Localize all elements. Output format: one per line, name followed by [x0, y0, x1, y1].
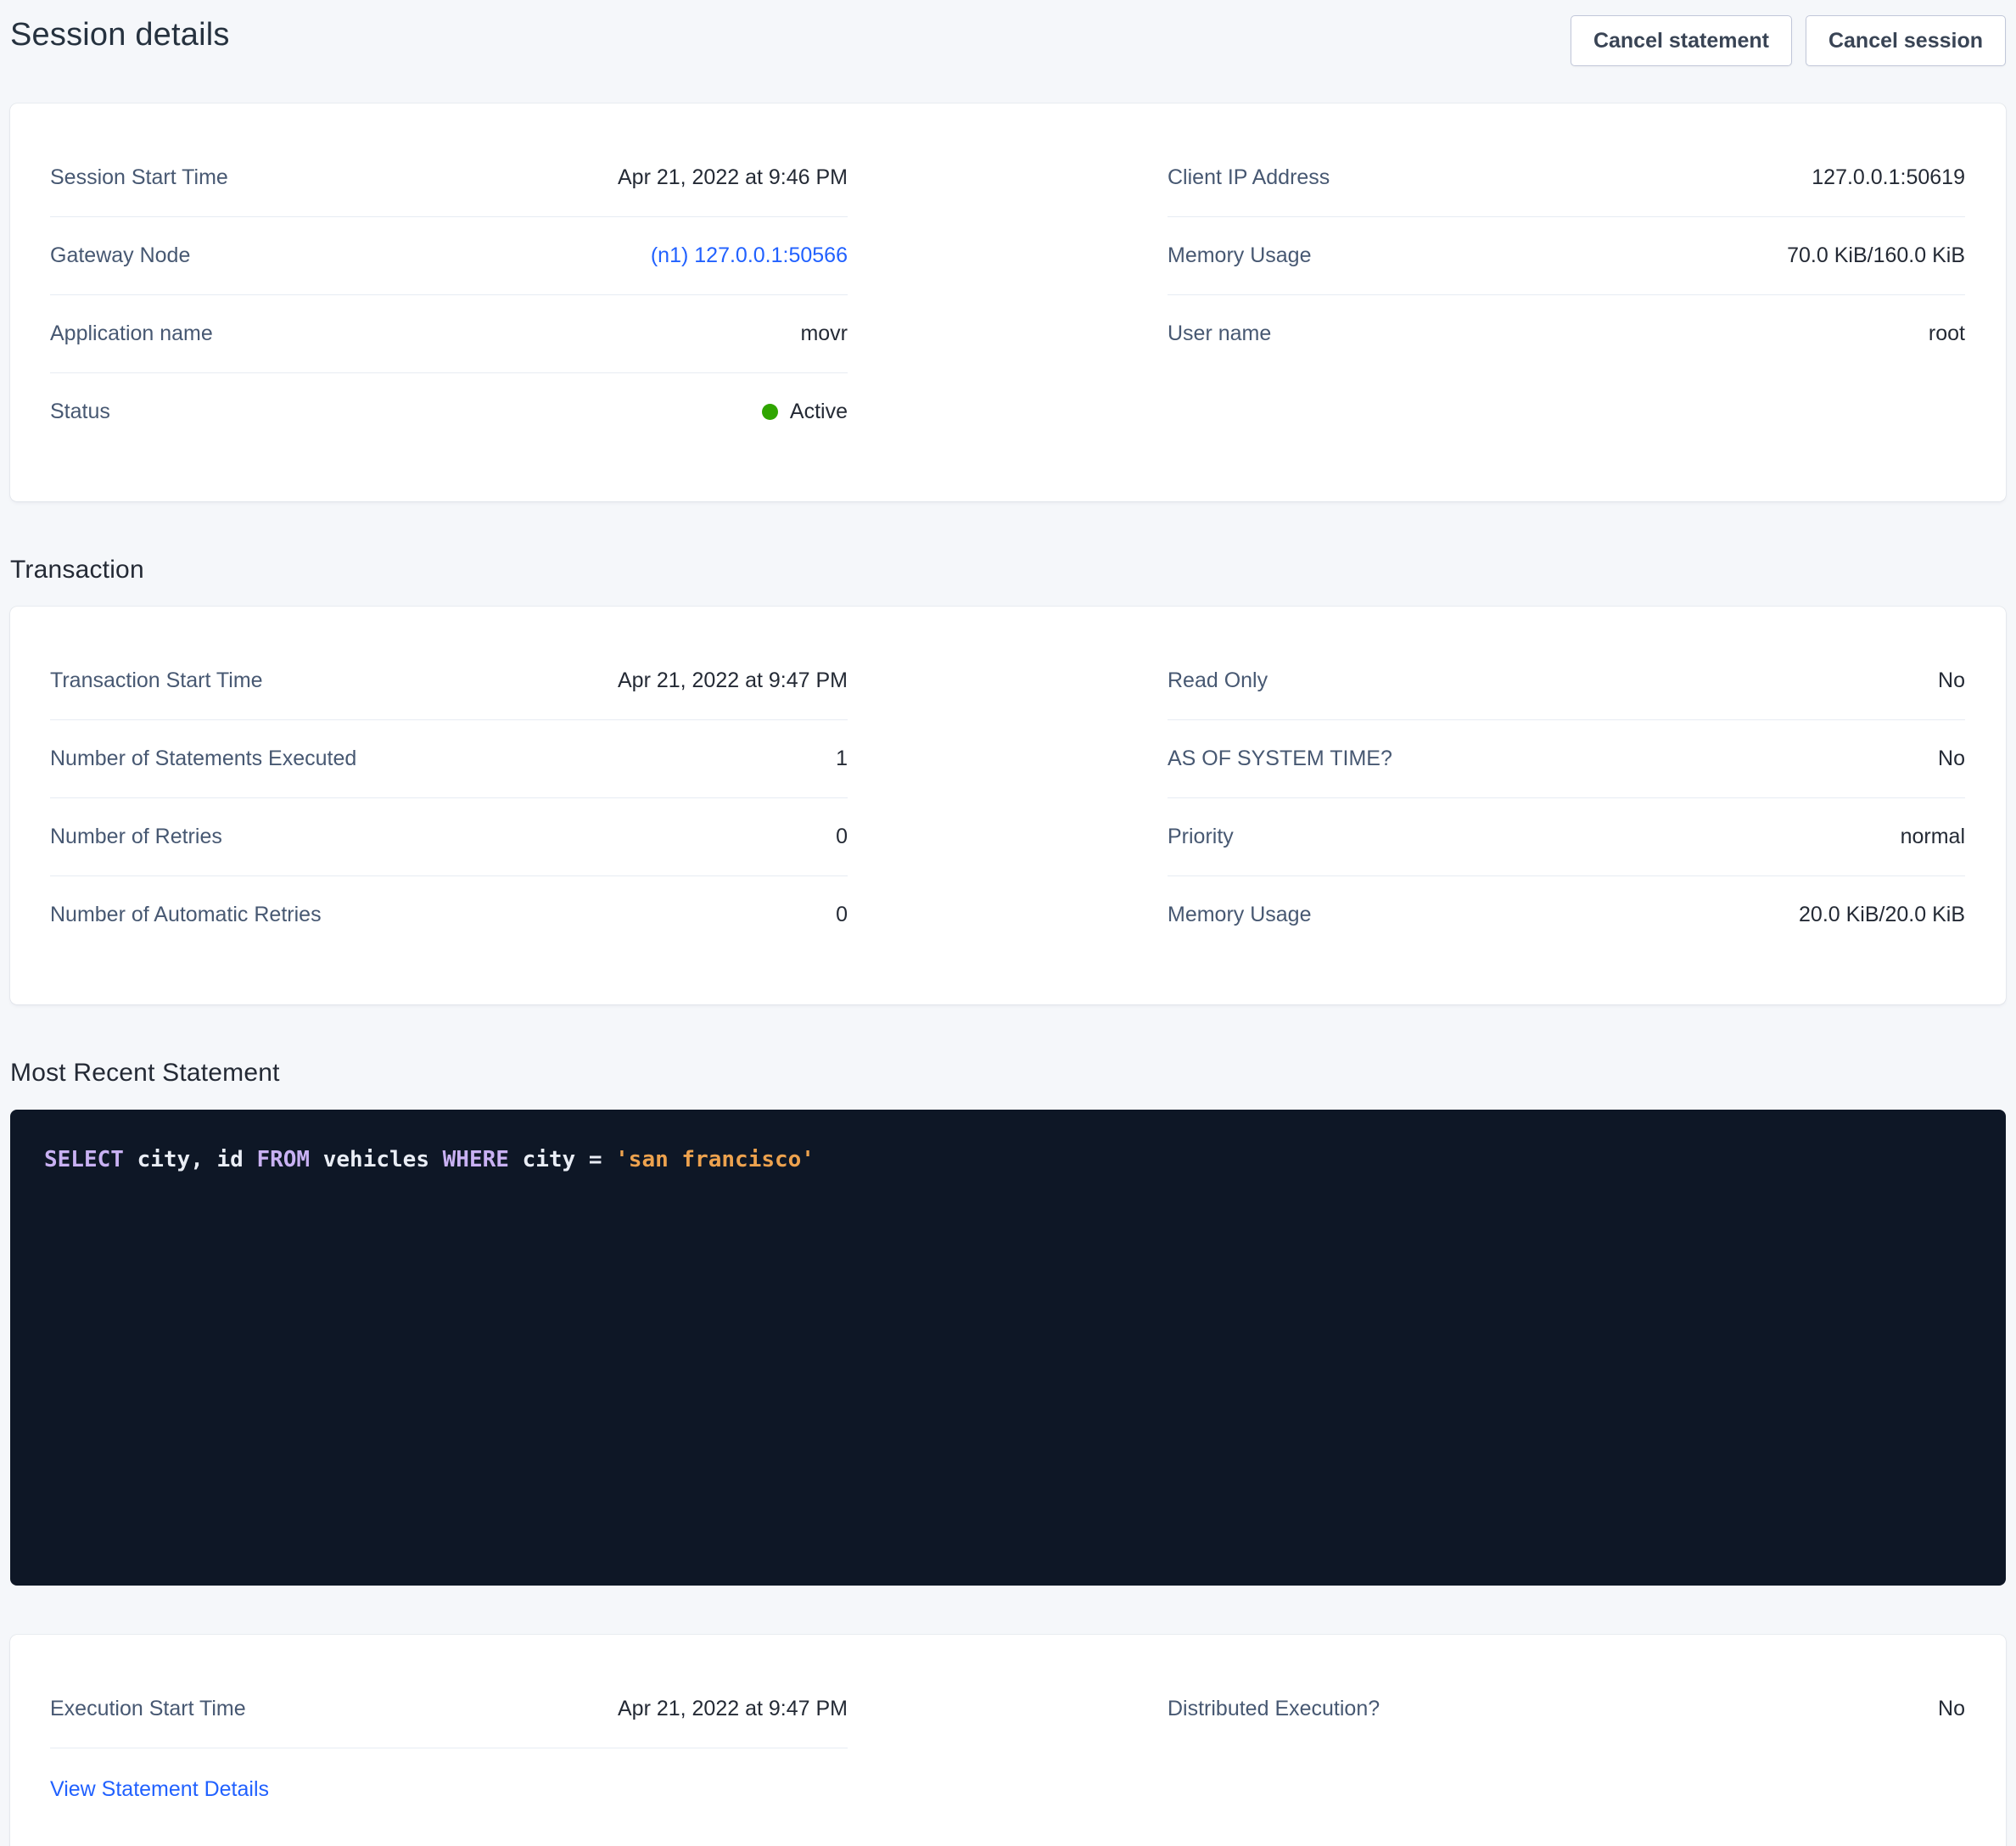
- client-ip-value: 127.0.0.1:50619: [1812, 165, 1965, 190]
- status-row: Status Active: [50, 373, 848, 450]
- retries-label: Number of Retries: [50, 825, 222, 849]
- session-details-page: Session details Cancel statement Cancel …: [0, 0, 2016, 1846]
- execution-start-time-value: Apr 21, 2022 at 9:47 PM: [618, 1697, 848, 1721]
- page-header: Session details Cancel statement Cancel …: [10, 15, 2006, 66]
- session-left-column: Session Start Time Apr 21, 2022 at 9:46 …: [50, 139, 848, 450]
- statements-executed-label: Number of Statements Executed: [50, 747, 356, 771]
- client-ip-label: Client IP Address: [1168, 165, 1330, 190]
- user-name-label: User name: [1168, 322, 1271, 346]
- status-label: Status: [50, 400, 110, 424]
- gateway-node-label: Gateway Node: [50, 243, 190, 268]
- session-memory-usage-value: 70.0 KiB/160.0 KiB: [1787, 243, 1965, 268]
- sql-token: SELECT: [44, 1147, 124, 1172]
- distributed-execution-value: No: [1938, 1697, 1965, 1721]
- sql-statement-text: SELECT city, id FROM vehicles WHERE city…: [44, 1144, 1972, 1177]
- execution-start-time-label: Execution Start Time: [50, 1697, 246, 1721]
- gateway-node-row: Gateway Node (n1) 127.0.0.1:50566: [50, 217, 848, 295]
- sql-token: 'san francisco': [615, 1147, 815, 1172]
- priority-value: normal: [1901, 825, 1965, 849]
- execution-card: Execution Start Time Apr 21, 2022 at 9:4…: [10, 1635, 2006, 1846]
- execution-start-time-row: Execution Start Time Apr 21, 2022 at 9:4…: [50, 1670, 848, 1748]
- sql-token: city =: [509, 1147, 615, 1172]
- automatic-retries-label: Number of Automatic Retries: [50, 903, 322, 927]
- statements-executed-value: 1: [836, 747, 848, 771]
- sql-token: vehicles: [310, 1147, 443, 1172]
- cancel-session-button[interactable]: Cancel session: [1806, 15, 2006, 66]
- header-actions: Cancel statement Cancel session: [1571, 15, 2006, 66]
- sql-statement-box: SELECT city, id FROM vehicles WHERE city…: [10, 1110, 2006, 1586]
- read-only-row: Read Only No: [1168, 642, 1965, 720]
- automatic-retries-row: Number of Automatic Retries 0: [50, 876, 848, 954]
- application-name-label: Application name: [50, 322, 213, 346]
- session-start-time-label: Session Start Time: [50, 165, 228, 190]
- session-start-time-row: Session Start Time Apr 21, 2022 at 9:46 …: [50, 139, 848, 217]
- sql-token: WHERE: [443, 1147, 509, 1172]
- status-active-dot-icon: [762, 404, 778, 420]
- priority-row: Priority normal: [1168, 798, 1965, 876]
- session-memory-usage-label: Memory Usage: [1168, 243, 1312, 268]
- transaction-start-time-value: Apr 21, 2022 at 9:47 PM: [618, 668, 848, 693]
- session-memory-usage-row: Memory Usage 70.0 KiB/160.0 KiB: [1168, 217, 1965, 295]
- most-recent-statement-heading: Most Recent Statement: [10, 1059, 2006, 1088]
- transaction-start-time-row: Transaction Start Time Apr 21, 2022 at 9…: [50, 642, 848, 720]
- view-statement-details-link[interactable]: View Statement Details: [50, 1777, 269, 1801]
- retries-row: Number of Retries 0: [50, 798, 848, 876]
- transaction-section-heading: Transaction: [10, 556, 2006, 585]
- automatic-retries-value: 0: [836, 903, 848, 927]
- transaction-memory-usage-row: Memory Usage 20.0 KiB/20.0 KiB: [1168, 876, 1965, 954]
- transaction-memory-usage-label: Memory Usage: [1168, 903, 1312, 927]
- retries-value: 0: [836, 825, 848, 849]
- transaction-memory-usage-value: 20.0 KiB/20.0 KiB: [1799, 903, 1965, 927]
- client-ip-row: Client IP Address 127.0.0.1:50619: [1168, 139, 1965, 217]
- user-name-value: root: [1929, 322, 1965, 346]
- distributed-execution-row: Distributed Execution? No: [1168, 1670, 1965, 1748]
- view-statement-details-row: View Statement Details: [50, 1748, 848, 1802]
- transaction-left-column: Transaction Start Time Apr 21, 2022 at 9…: [50, 642, 848, 954]
- read-only-label: Read Only: [1168, 668, 1268, 693]
- sql-token: FROM: [256, 1147, 310, 1172]
- as-of-system-time-label: AS OF SYSTEM TIME?: [1168, 747, 1392, 771]
- session-summary-card: Session Start Time Apr 21, 2022 at 9:46 …: [10, 103, 2006, 501]
- session-right-column: Client IP Address 127.0.0.1:50619 Memory…: [1168, 139, 1965, 450]
- transaction-start-time-label: Transaction Start Time: [50, 668, 263, 693]
- transaction-right-column: Read Only No AS OF SYSTEM TIME? No Prior…: [1168, 642, 1965, 954]
- user-name-row: User name root: [1168, 295, 1965, 372]
- application-name-value: movr: [800, 322, 848, 346]
- priority-label: Priority: [1168, 825, 1234, 849]
- statements-executed-row: Number of Statements Executed 1: [50, 720, 848, 798]
- application-name-row: Application name movr: [50, 295, 848, 373]
- transaction-card: Transaction Start Time Apr 21, 2022 at 9…: [10, 607, 2006, 1004]
- as-of-system-time-row: AS OF SYSTEM TIME? No: [1168, 720, 1965, 798]
- read-only-value: No: [1938, 668, 1965, 693]
- gateway-node-link[interactable]: (n1) 127.0.0.1:50566: [651, 243, 848, 267]
- page-title: Session details: [10, 15, 230, 53]
- status-value: Active: [790, 400, 848, 424]
- distributed-execution-label: Distributed Execution?: [1168, 1697, 1380, 1721]
- session-start-time-value: Apr 21, 2022 at 9:46 PM: [618, 165, 848, 190]
- cancel-statement-button[interactable]: Cancel statement: [1571, 15, 1792, 66]
- sql-token: city, id: [124, 1147, 257, 1172]
- as-of-system-time-value: No: [1938, 747, 1965, 771]
- execution-left-column: Execution Start Time Apr 21, 2022 at 9:4…: [50, 1670, 848, 1802]
- status-badge: Active: [762, 400, 848, 424]
- execution-right-column: Distributed Execution? No: [1168, 1670, 1965, 1802]
